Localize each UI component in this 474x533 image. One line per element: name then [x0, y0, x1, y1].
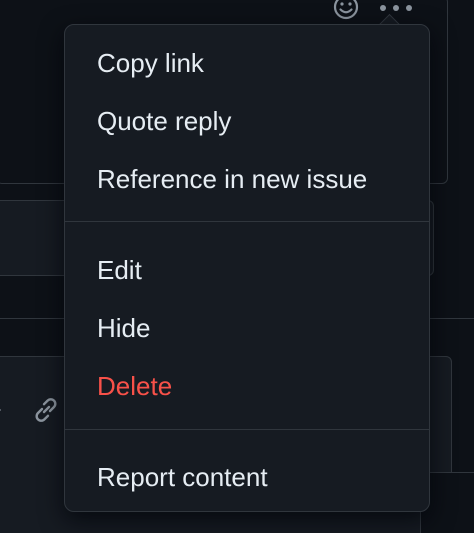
- menu-divider: [65, 221, 429, 222]
- menu-item-quote-reply[interactable]: Quote reply: [65, 95, 429, 147]
- menu-item-delete[interactable]: Delete: [65, 360, 429, 412]
- smiley-icon[interactable]: [330, 0, 362, 24]
- chevron-right-icon[interactable]: [0, 400, 6, 420]
- page: Copy link Quote reply Reference in new i…: [0, 0, 474, 533]
- comment-options-menu: Copy link Quote reply Reference in new i…: [64, 24, 430, 512]
- menu-item-report-content[interactable]: Report content: [65, 451, 429, 503]
- menu-item-copy-link[interactable]: Copy link: [65, 37, 429, 89]
- menu-item-hide[interactable]: Hide: [65, 302, 429, 354]
- menu-item-edit[interactable]: Edit: [65, 244, 429, 296]
- menu-item-reference-in-new-issue[interactable]: Reference in new issue: [65, 153, 429, 205]
- menu-divider: [65, 429, 429, 430]
- link-icon[interactable]: [28, 392, 64, 428]
